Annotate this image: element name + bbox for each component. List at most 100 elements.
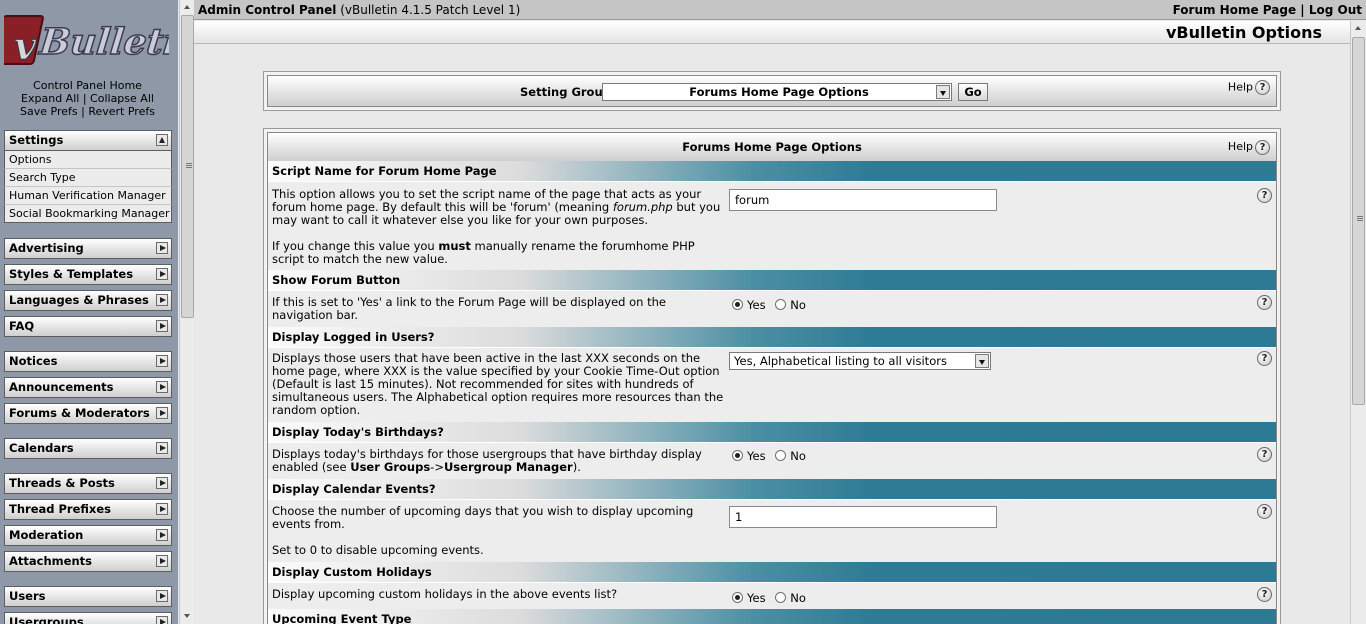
nav-group-header[interactable]: Notices [4,351,172,372]
nav-group-header[interactable]: Thread Prefixes [4,499,172,520]
section-header: Display Logged in Users? [268,327,1276,348]
nav-group-thread-prefixes: Thread Prefixes [4,499,172,520]
expand-arrow-icon[interactable] [156,242,168,254]
acp-version: (vBulletin 4.1.5 Patch Level 1) [340,3,521,17]
control-panel-home-link[interactable]: Control Panel Home [33,79,142,92]
nav-group-label: Advertising [9,241,84,255]
help-icon[interactable]: ? [1257,504,1272,519]
help-icon[interactable]: ? [1257,188,1272,203]
setting-group-panel: Setting Group Forums Home Page Options G… [263,71,1281,111]
expand-all-link[interactable]: Expand All [21,92,79,105]
vbulletin-logo[interactable]: v Bulletin [4,4,169,74]
section-header: Display Today's Birthdays? [268,422,1276,443]
separator: | [82,92,87,105]
revert-prefs-link[interactable]: Revert Prefs [88,105,155,118]
nav-group-label: Usergroups [9,615,84,624]
dropdown-arrow-icon [975,354,989,368]
forum-home-page-link[interactable]: Forum Home Page [1173,3,1297,17]
calendar-days-input[interactable]: 1 [729,506,997,528]
radio-no[interactable] [775,450,787,461]
nav-group-header[interactable]: FAQ [4,316,172,337]
nav-group-header[interactable]: Usergroups [4,612,172,624]
expand-arrow-icon[interactable] [156,442,168,454]
desc-text: ). [572,460,581,474]
options-panel-title: Forums Home Page Options [682,140,862,154]
desc-text: Choose the number of upcoming days that … [272,504,694,531]
scrollbar-thumb[interactable] [1352,37,1365,405]
radio-no[interactable] [775,592,787,603]
expand-arrow-icon[interactable] [156,590,168,602]
nav-group-header[interactable]: Moderation [4,525,172,546]
setting-group-selected: Forums Home Page Options [689,85,869,99]
scroll-up-arrow-icon[interactable] [1351,21,1366,36]
nav-scrollbar[interactable] [179,0,194,624]
nav-item-search-type[interactable]: Search Type [4,169,172,187]
nav-group-attachments: Attachments [4,551,172,572]
nav-group-label: Forums & Moderators [9,406,150,420]
expand-arrow-icon[interactable] [156,407,168,419]
expand-arrow-icon[interactable] [156,555,168,567]
top-bar: Admin Control Panel (vBulletin 4.1.5 Pat… [194,0,1366,20]
nav-item-human-verification[interactable]: Human Verification Manager [4,187,172,205]
expand-arrow-icon[interactable] [156,477,168,489]
radio-no-label: No [790,591,806,605]
expand-arrow-icon[interactable] [156,320,168,332]
nav-group-label: FAQ [9,319,35,333]
nav-group-calendars: Calendars [4,438,172,459]
nav-item-options[interactable]: Options [4,151,172,169]
top-links: Forum Home Page | Log Out [1173,0,1362,20]
expand-arrow-icon[interactable] [156,616,168,624]
nav-item-social-bookmarking[interactable]: Social Bookmarking Manager [4,205,172,223]
nav-group-header[interactable]: Forums & Moderators [4,403,172,424]
option-row-birthdays: Displays today's birthdays for those use… [268,443,1276,479]
help-link[interactable]: Help? [1228,133,1270,161]
yes-no-radio-group: Yes No [732,450,812,463]
nav-group-label: Announcements [9,380,114,394]
option-description: Display upcoming custom holidays in the … [272,587,618,601]
setting-group-select[interactable]: Forums Home Page Options [602,83,952,101]
nav-group-header[interactable]: Advertising [4,238,172,259]
expand-arrow-icon[interactable] [156,355,168,367]
nav-group-header[interactable]: Calendars [4,438,172,459]
collapse-arrow-icon[interactable] [156,134,168,146]
yes-no-radio-group: Yes No [732,299,812,312]
nav-group-header[interactable]: Languages & Phrases [4,290,172,311]
expand-arrow-icon[interactable] [156,503,168,515]
scrollbar-thumb[interactable] [181,15,194,318]
nav-group-header[interactable]: Announcements [4,377,172,398]
help-icon[interactable]: ? [1257,351,1272,366]
radio-yes[interactable] [732,450,743,461]
nav-group-threads: Threads & Posts [4,473,172,494]
setting-group-bar: Setting Group Forums Home Page Options G… [268,76,1276,106]
save-prefs-link[interactable]: Save Prefs [20,105,78,118]
scroll-up-arrow-icon[interactable] [180,0,195,15]
nav-group-label: Threads & Posts [9,476,115,490]
dropdown-arrow-icon [936,85,950,99]
script-name-input[interactable]: forum [729,189,997,211]
main-scrollbar[interactable] [1350,21,1366,624]
log-out-link[interactable]: Log Out [1309,3,1362,17]
help-icon[interactable]: ? [1257,295,1272,310]
separator: | [1300,3,1305,17]
help-icon[interactable]: ? [1257,447,1272,462]
scroll-down-arrow-icon[interactable] [180,609,195,624]
nav-group-header[interactable]: Attachments [4,551,172,572]
go-button[interactable]: Go [958,83,988,101]
logged-in-users-select[interactable]: Yes, Alphabetical listing to all visitor… [729,352,991,370]
expand-arrow-icon[interactable] [156,529,168,541]
help-label: Help [1227,80,1253,94]
nav-group-header[interactable]: Settings [4,130,172,151]
help-link[interactable]: Help? [1228,80,1270,95]
nav-group-header[interactable]: Threads & Posts [4,473,172,494]
radio-yes[interactable] [732,299,743,310]
collapse-all-link[interactable]: Collapse All [90,92,154,105]
radio-yes[interactable] [732,592,743,603]
expand-arrow-icon[interactable] [156,294,168,306]
nav-group-header[interactable]: Users [4,586,172,607]
section-header: Display Calendar Events? [268,479,1276,500]
expand-arrow-icon[interactable] [156,381,168,393]
help-icon[interactable]: ? [1257,587,1272,602]
expand-arrow-icon[interactable] [156,268,168,280]
nav-group-header[interactable]: Styles & Templates [4,264,172,285]
radio-no[interactable] [775,299,787,310]
